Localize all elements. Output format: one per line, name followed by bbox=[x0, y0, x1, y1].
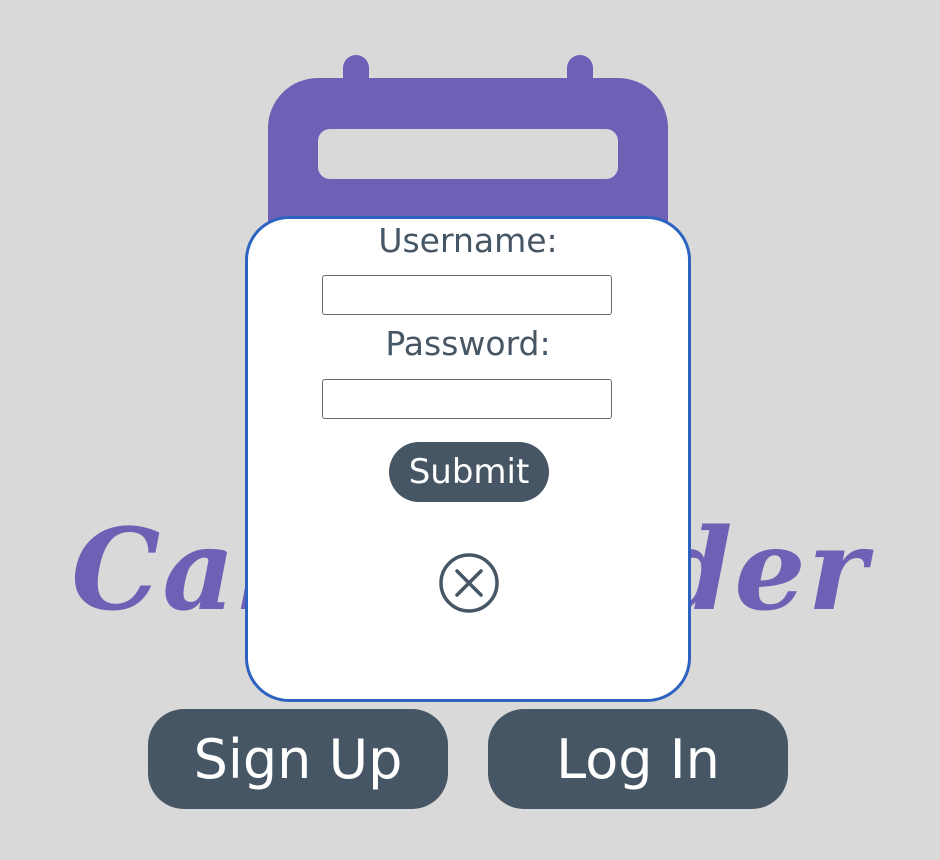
sign-up-button[interactable]: Sign Up bbox=[148, 709, 448, 809]
log-in-button[interactable]: Log In bbox=[488, 709, 788, 809]
submit-button[interactable]: Submit bbox=[389, 442, 549, 502]
login-modal: Username: Password: Submit bbox=[245, 216, 691, 702]
close-circle-icon bbox=[439, 553, 499, 613]
username-label: Username: bbox=[378, 221, 558, 260]
close-button[interactable] bbox=[438, 552, 500, 614]
password-label: Password: bbox=[385, 324, 551, 363]
username-input[interactable] bbox=[322, 275, 612, 315]
calendar-logo-slot bbox=[318, 129, 618, 179]
password-input[interactable] bbox=[322, 379, 612, 419]
